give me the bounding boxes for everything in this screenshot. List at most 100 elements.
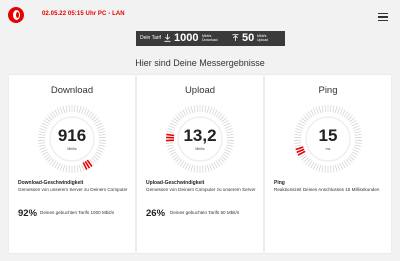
card-title: Upload bbox=[184, 85, 216, 96]
gauge-tick bbox=[213, 109, 218, 117]
gauge-unit: Mbit/s bbox=[195, 147, 205, 151]
gauge-tick bbox=[321, 105, 324, 113]
gauge-tick bbox=[59, 107, 63, 114]
gauge-tick bbox=[76, 105, 79, 113]
card-description: Gemessen von Deinem Computer zu unserem … bbox=[146, 187, 256, 192]
gauge-tick bbox=[324, 105, 326, 113]
gauge-tick bbox=[196, 165, 198, 173]
gauge-tick bbox=[85, 109, 90, 117]
gauge-tick bbox=[223, 151, 231, 156]
upload-arrow-icon bbox=[232, 34, 239, 41]
gauge-tick bbox=[206, 164, 210, 172]
gauge-value: 13,2 bbox=[183, 126, 217, 145]
tariff-percent: 26% bbox=[146, 208, 166, 219]
gauge-tick bbox=[209, 107, 213, 114]
gauge-tick bbox=[334, 106, 338, 114]
gauge-tick bbox=[182, 161, 187, 169]
gauge-tick bbox=[202, 165, 204, 173]
gauge-tick bbox=[41, 151, 49, 156]
tariff-label: Dein Tarif bbox=[140, 35, 162, 41]
gauge-tick bbox=[81, 107, 85, 114]
gauge-tick bbox=[56, 163, 61, 170]
gauge-tick bbox=[337, 164, 341, 171]
gauge-tick bbox=[190, 164, 194, 172]
card-title: Ping bbox=[318, 85, 338, 96]
gauge-unit: ms bbox=[325, 147, 331, 151]
gauge-tick bbox=[187, 164, 191, 171]
card-heading: Download-Geschwindigkeit bbox=[18, 180, 84, 186]
gauge-tick bbox=[330, 105, 332, 113]
gauge-tick bbox=[68, 165, 70, 173]
gauge-tick bbox=[202, 105, 204, 113]
gauge-tick bbox=[171, 153, 178, 159]
ping-card: Ping 15 ms Ping Reaktionszeit Deines Ans… bbox=[265, 75, 391, 253]
gauge-tick bbox=[59, 164, 63, 171]
measurement-datetime: 02.05.22 05:15 Uhr PC - LAN bbox=[42, 11, 125, 17]
gauge-tick bbox=[76, 165, 79, 173]
gauge-tick bbox=[94, 119, 101, 125]
gauge-tick bbox=[190, 106, 194, 114]
gauge-tick bbox=[222, 153, 229, 159]
gauge-tick bbox=[187, 107, 191, 114]
gauge-tick bbox=[94, 153, 101, 159]
upload-gauge: 13,2 Mbit/s bbox=[162, 101, 238, 177]
gauge-tick bbox=[54, 161, 59, 169]
gauge-tick bbox=[321, 165, 324, 173]
top-bar: 02.05.22 05:15 Uhr PC - LAN bbox=[0, 0, 400, 31]
gauge-tick bbox=[204, 165, 207, 173]
gauge-tick bbox=[299, 119, 306, 125]
gauge-tick bbox=[182, 109, 187, 117]
gauge-tick bbox=[332, 105, 335, 113]
download-gauge: 916 Mbit/s bbox=[34, 101, 110, 177]
gauge-tick bbox=[337, 107, 341, 114]
gauge-tick bbox=[312, 163, 317, 170]
download-card: Download 916 Mbit/s Download-Geschwindig… bbox=[9, 75, 135, 253]
gauge-tick bbox=[95, 151, 103, 156]
vodafone-logo[interactable] bbox=[8, 7, 24, 23]
hamburger-menu-icon[interactable] bbox=[378, 13, 388, 21]
tariff-download-unit: Mbit/s Download bbox=[202, 34, 218, 42]
gauge-tick bbox=[339, 163, 344, 170]
gauge-tick bbox=[206, 106, 210, 114]
gauge-tick bbox=[334, 164, 338, 172]
gauge-tick bbox=[68, 105, 70, 113]
gauge-tick bbox=[78, 106, 82, 114]
card-heading: Upload-Geschwindigkeit bbox=[146, 180, 205, 186]
gauge-tick bbox=[209, 164, 213, 171]
gauge-tick bbox=[330, 165, 332, 173]
card-description: Gemessen von unserem Server zu Deinem Co… bbox=[18, 187, 128, 192]
tariff-percent: 92% bbox=[18, 208, 38, 219]
gauge-tick bbox=[74, 165, 76, 173]
gauge-tick bbox=[222, 119, 229, 125]
gauge-tick bbox=[350, 153, 357, 159]
gauge-tick bbox=[184, 163, 189, 170]
card-heading: Ping bbox=[274, 180, 285, 186]
card-title: Download bbox=[50, 85, 94, 96]
gauge-tick bbox=[315, 107, 319, 114]
gauge-tick bbox=[341, 109, 346, 117]
gauge-tick bbox=[350, 119, 357, 125]
ping-gauge: 15 ms bbox=[290, 101, 366, 177]
gauge-tick bbox=[204, 105, 207, 113]
gauge-tick bbox=[43, 119, 50, 125]
gauge-tick bbox=[318, 106, 322, 114]
gauge-tick bbox=[324, 165, 326, 173]
gauge-tick bbox=[56, 108, 61, 115]
gauge-tick bbox=[81, 164, 85, 171]
gauge-tick bbox=[43, 153, 50, 159]
gauge-tick bbox=[315, 164, 319, 171]
gauge-tick bbox=[169, 151, 177, 156]
gauge-tick bbox=[74, 105, 76, 113]
gauge-tick bbox=[196, 105, 198, 113]
gauge-value: 916 bbox=[57, 126, 87, 145]
gauge-tick bbox=[213, 161, 218, 169]
upload-card: Upload 13,2 Mbit/s Upload-Geschwindigkei… bbox=[137, 75, 263, 253]
gauge-tick bbox=[318, 164, 322, 172]
gauge-tick bbox=[312, 108, 317, 115]
gauge-tick bbox=[62, 106, 66, 114]
gauge-tick bbox=[193, 105, 196, 113]
gauge-tick bbox=[83, 108, 88, 115]
gauge-tick bbox=[54, 109, 59, 117]
gauge-tick bbox=[65, 165, 68, 173]
tariff-download-value: 1000 bbox=[174, 32, 199, 44]
